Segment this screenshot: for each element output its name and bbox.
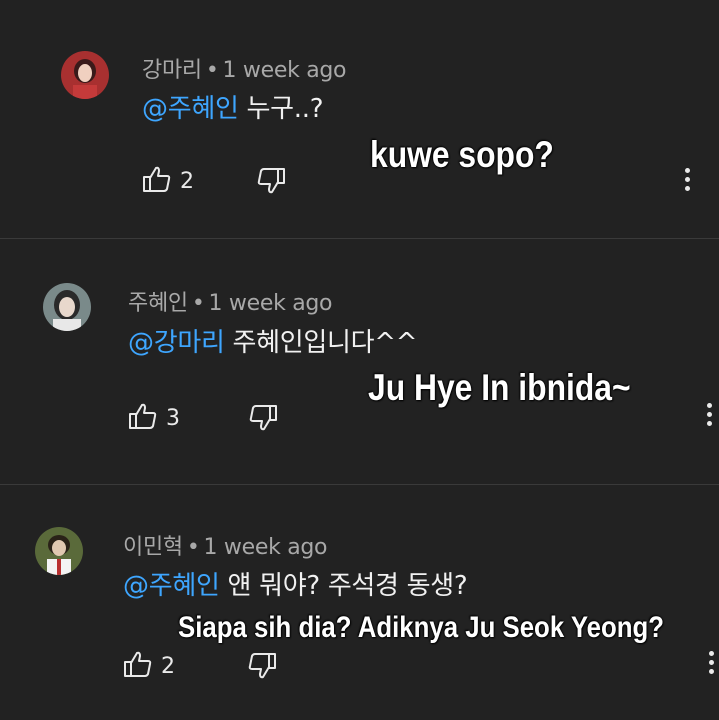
comment-text: @주혜인 얜 뭐야? 주석경 동생? bbox=[123, 565, 468, 602]
like-count: 2 bbox=[161, 653, 175, 679]
author-name[interactable]: 주혜인 bbox=[128, 291, 188, 316]
like-button[interactable]: 2 bbox=[142, 165, 194, 197]
author-name[interactable]: 이민혁 bbox=[123, 535, 183, 560]
comment-meta: 강마리 • 1 week ago bbox=[142, 52, 347, 84]
comment-text: @강마리 주혜인입니다^^ bbox=[128, 322, 418, 359]
timestamp[interactable]: 1 week ago bbox=[209, 291, 333, 316]
translation-caption: Ju Hye In ibnida~ bbox=[368, 367, 631, 408]
separator-dot: • bbox=[205, 58, 219, 83]
like-button[interactable]: 3 bbox=[128, 402, 180, 434]
comment-actions: 2 bbox=[123, 650, 683, 682]
translation-caption: Siapa sih dia? Adiknya Ju Seok Yeong? bbox=[178, 611, 665, 644]
comment-text: @주혜인 누구..? bbox=[142, 88, 324, 125]
more-vertical-icon bbox=[708, 651, 714, 656]
dislike-button[interactable] bbox=[256, 167, 286, 199]
more-vertical-icon bbox=[706, 403, 712, 408]
author-name[interactable]: 강마리 bbox=[142, 58, 202, 83]
more-options-button[interactable] bbox=[708, 651, 714, 678]
thumbs-up-outline-icon bbox=[128, 402, 158, 434]
comment-meta: 이민혁 • 1 week ago bbox=[123, 529, 328, 561]
mention-link[interactable]: @주혜인 bbox=[123, 571, 220, 601]
translation-caption: kuwe sopo? bbox=[370, 134, 554, 175]
timestamp[interactable]: 1 week ago bbox=[204, 535, 328, 560]
like-count: 2 bbox=[180, 168, 194, 194]
avatar[interactable] bbox=[35, 527, 83, 575]
separator-dot: • bbox=[186, 535, 200, 560]
thumbs-up-outline-icon bbox=[123, 650, 153, 682]
comment-message: 얜 뭐야? 주석경 동생? bbox=[219, 571, 468, 601]
comment-3: 이민혁 • 1 week ago @주혜인 얜 뭐야? 주석경 동생? 2 Si… bbox=[0, 485, 719, 720]
more-options-button[interactable] bbox=[706, 403, 712, 430]
like-count: 3 bbox=[166, 405, 180, 431]
more-options-button[interactable] bbox=[684, 168, 690, 195]
thumbs-up-outline-icon bbox=[142, 165, 172, 197]
thumbs-down-outline-icon bbox=[248, 405, 278, 436]
mention-link[interactable]: @강마리 bbox=[128, 328, 225, 358]
dislike-button[interactable] bbox=[247, 652, 277, 684]
thumbs-down-outline-icon bbox=[256, 168, 286, 199]
timestamp[interactable]: 1 week ago bbox=[223, 58, 347, 83]
comment-2: 주혜인 • 1 week ago @강마리 주혜인입니다^^ 3 Ju Hye … bbox=[0, 239, 719, 484]
comment-message: 누구..? bbox=[238, 94, 324, 124]
avatar[interactable] bbox=[61, 51, 109, 99]
comment-meta: 주혜인 • 1 week ago bbox=[128, 285, 333, 317]
dislike-button[interactable] bbox=[248, 404, 278, 436]
mention-link[interactable]: @주혜인 bbox=[142, 94, 239, 124]
comment-1: 강마리 • 1 week ago @주혜인 누구..? 2 kuwe sopo? bbox=[0, 0, 719, 238]
separator-dot: • bbox=[191, 291, 205, 316]
avatar[interactable] bbox=[43, 283, 91, 331]
comment-message: 주혜인입니다^^ bbox=[224, 328, 418, 358]
more-vertical-icon bbox=[684, 168, 690, 173]
like-button[interactable]: 2 bbox=[123, 650, 175, 682]
thumbs-down-outline-icon bbox=[247, 653, 277, 684]
